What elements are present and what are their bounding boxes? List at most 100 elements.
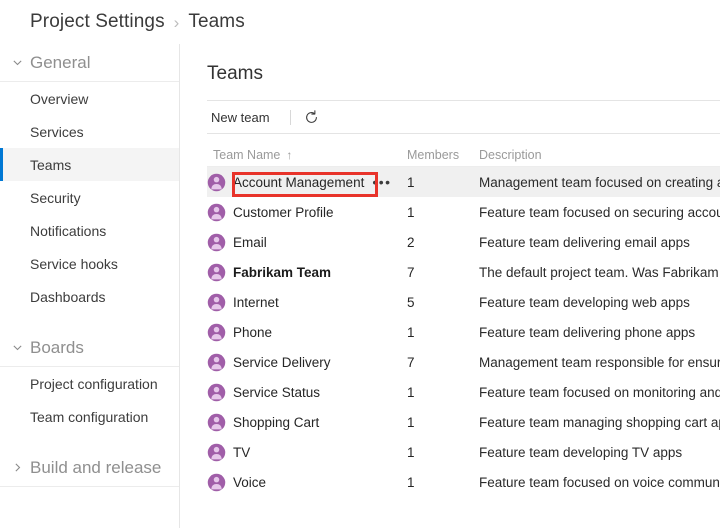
description-text: Management team responsible for ensure <box>479 354 720 370</box>
cell-members: 1 <box>407 204 415 220</box>
cell-description: Feature team focused on voice communic <box>479 475 720 490</box>
team-avatar-icon <box>207 263 226 282</box>
team-name-link[interactable]: Account Management <box>233 175 364 190</box>
sidebar-item-overview[interactable]: Overview <box>0 82 179 115</box>
column-header-team-name[interactable]: Team Name ↑ <box>207 148 407 162</box>
sidebar-group-general-label: General <box>30 52 91 72</box>
cell-team-name[interactable]: Service Status <box>207 383 407 402</box>
team-name-link[interactable]: Fabrikam Team <box>233 265 331 280</box>
team-avatar-icon <box>207 173 226 192</box>
cell-members: 1 <box>407 444 415 460</box>
team-avatar-icon <box>207 233 226 252</box>
cell-team-name[interactable]: Customer Profile <box>207 203 407 222</box>
description-text: Feature team managing shopping cart app <box>479 414 720 430</box>
cell-members: 7 <box>407 264 415 280</box>
column-header-description[interactable]: Description <box>479 148 720 162</box>
page-title: Teams <box>207 63 263 84</box>
sidebar-item-security[interactable]: Security <box>0 181 179 214</box>
settings-sidebar: General Overview Services Teams Security… <box>0 44 180 528</box>
main-content: Teams New team Team Name ↑ Members Descr… <box>181 44 720 528</box>
table-row[interactable]: Email 2 Feature team delivering email ap… <box>207 227 720 257</box>
sidebar-item-notifications[interactable]: Notifications <box>0 214 179 247</box>
sidebar-group-general[interactable]: General <box>0 44 179 82</box>
new-team-button[interactable]: New team <box>207 107 278 128</box>
table-row[interactable]: Voice 1 Feature team focused on voice co… <box>207 467 720 497</box>
sidebar-item-label: Team configuration <box>30 408 149 425</box>
toolbar: New team <box>207 100 720 134</box>
cell-description: Management team responsible for ensure <box>479 355 720 370</box>
sidebar-item-label: Security <box>30 189 81 206</box>
cell-team-name[interactable]: Internet <box>207 293 407 312</box>
cell-description: Feature team delivering phone apps <box>479 325 720 340</box>
cell-team-name[interactable]: Shopping Cart <box>207 413 407 432</box>
team-name-link[interactable]: Email <box>233 235 267 250</box>
sidebar-group-boards-label: Boards <box>30 337 84 357</box>
team-name-link[interactable]: Customer Profile <box>233 205 334 220</box>
sidebar-group-boards[interactable]: Boards <box>0 329 179 367</box>
team-name-link[interactable]: TV <box>233 445 250 460</box>
team-avatar-icon <box>207 353 226 372</box>
refresh-icon[interactable] <box>301 106 323 128</box>
sidebar-group-build-and-release[interactable]: Build and release <box>0 449 179 487</box>
table-row[interactable]: Internet 5 Feature team developing web a… <box>207 287 720 317</box>
table-row[interactable]: Phone 1 Feature team delivering phone ap… <box>207 317 720 347</box>
table-row[interactable]: TV 1 Feature team developing TV apps <box>207 437 720 467</box>
team-name-link[interactable]: Shopping Cart <box>233 415 319 430</box>
sidebar-item-dashboards[interactable]: Dashboards <box>0 280 179 313</box>
description-text: The default project team. Was Fabrikam F… <box>479 264 720 280</box>
cell-members: 1 <box>407 324 415 340</box>
cell-team-name[interactable]: Phone <box>207 323 407 342</box>
sidebar-item-label: Teams <box>30 156 72 173</box>
team-name-link[interactable]: Phone <box>233 325 272 340</box>
breadcrumb-root-link[interactable]: Project Settings <box>30 11 165 33</box>
team-name-link[interactable]: Internet <box>233 295 279 310</box>
team-avatar-icon <box>207 293 226 312</box>
description-text: Feature team delivering email apps <box>479 234 690 250</box>
table-row[interactable]: Service Delivery 7 Management team respo… <box>207 347 720 377</box>
sidebar-group-build-and-release-label: Build and release <box>30 457 162 477</box>
cell-members: 7 <box>407 354 415 370</box>
breadcrumb-current: Teams <box>188 11 245 32</box>
cell-team-name[interactable]: Email <box>207 233 407 252</box>
sidebar-item-services[interactable]: Services <box>0 115 179 148</box>
sidebar-item-label: Service hooks <box>30 255 118 272</box>
cell-members: 1 <box>407 174 415 190</box>
table-row[interactable]: Account Management ••• 1 Management team… <box>207 167 720 197</box>
cell-description: Feature team developing TV apps <box>479 445 720 460</box>
team-avatar-icon <box>207 473 226 492</box>
sidebar-item-label: Overview <box>30 90 89 107</box>
table-row[interactable]: Service Status 1 Feature team focused on… <box>207 377 720 407</box>
cell-team-name[interactable]: Service Delivery <box>207 353 407 372</box>
description-text: Feature team delivering phone apps <box>479 324 696 340</box>
sidebar-item-team-configuration[interactable]: Team configuration <box>0 400 179 433</box>
team-name-link[interactable]: Voice <box>233 475 266 490</box>
row-more-actions-icon[interactable]: ••• <box>372 175 391 189</box>
sidebar-item-teams[interactable]: Teams <box>0 148 179 181</box>
table-row[interactable]: Shopping Cart 1 Feature team managing sh… <box>207 407 720 437</box>
column-header-members[interactable]: Members <box>407 148 479 162</box>
table-row[interactable]: Customer Profile 1 Feature team focused … <box>207 197 720 227</box>
cell-members: 1 <box>407 414 415 430</box>
chevron-down-icon <box>8 342 26 353</box>
teams-table: Team Name ↑ Members Description Account … <box>207 144 720 497</box>
cell-members: 2 <box>407 234 415 250</box>
sidebar-item-project-configuration[interactable]: Project configuration <box>0 367 179 400</box>
cell-team-name[interactable]: TV <box>207 443 407 462</box>
breadcrumb: Project Settings › Teams <box>0 0 720 44</box>
cell-description: Management team focused on creating and <box>479 175 720 190</box>
sidebar-item-label: Services <box>30 123 84 140</box>
description-text: Feature team focused on securing account <box>479 204 720 220</box>
cell-team-name[interactable]: Fabrikam Team <box>207 263 407 282</box>
table-row[interactable]: Fabrikam Team 7 The default project team… <box>207 257 720 287</box>
cell-members: 5 <box>407 294 415 310</box>
description-text: Feature team developing web apps <box>479 294 690 310</box>
chevron-down-icon <box>8 57 26 68</box>
cell-description: The default project team. Was Fabrikam F… <box>479 265 720 280</box>
team-name-link[interactable]: Service Status <box>233 385 320 400</box>
team-name-link[interactable]: Service Delivery <box>233 355 331 370</box>
sidebar-item-service-hooks[interactable]: Service hooks <box>0 247 179 280</box>
cell-team-name[interactable]: Account Management ••• <box>207 171 407 197</box>
cell-team-name[interactable]: Voice <box>207 473 407 492</box>
